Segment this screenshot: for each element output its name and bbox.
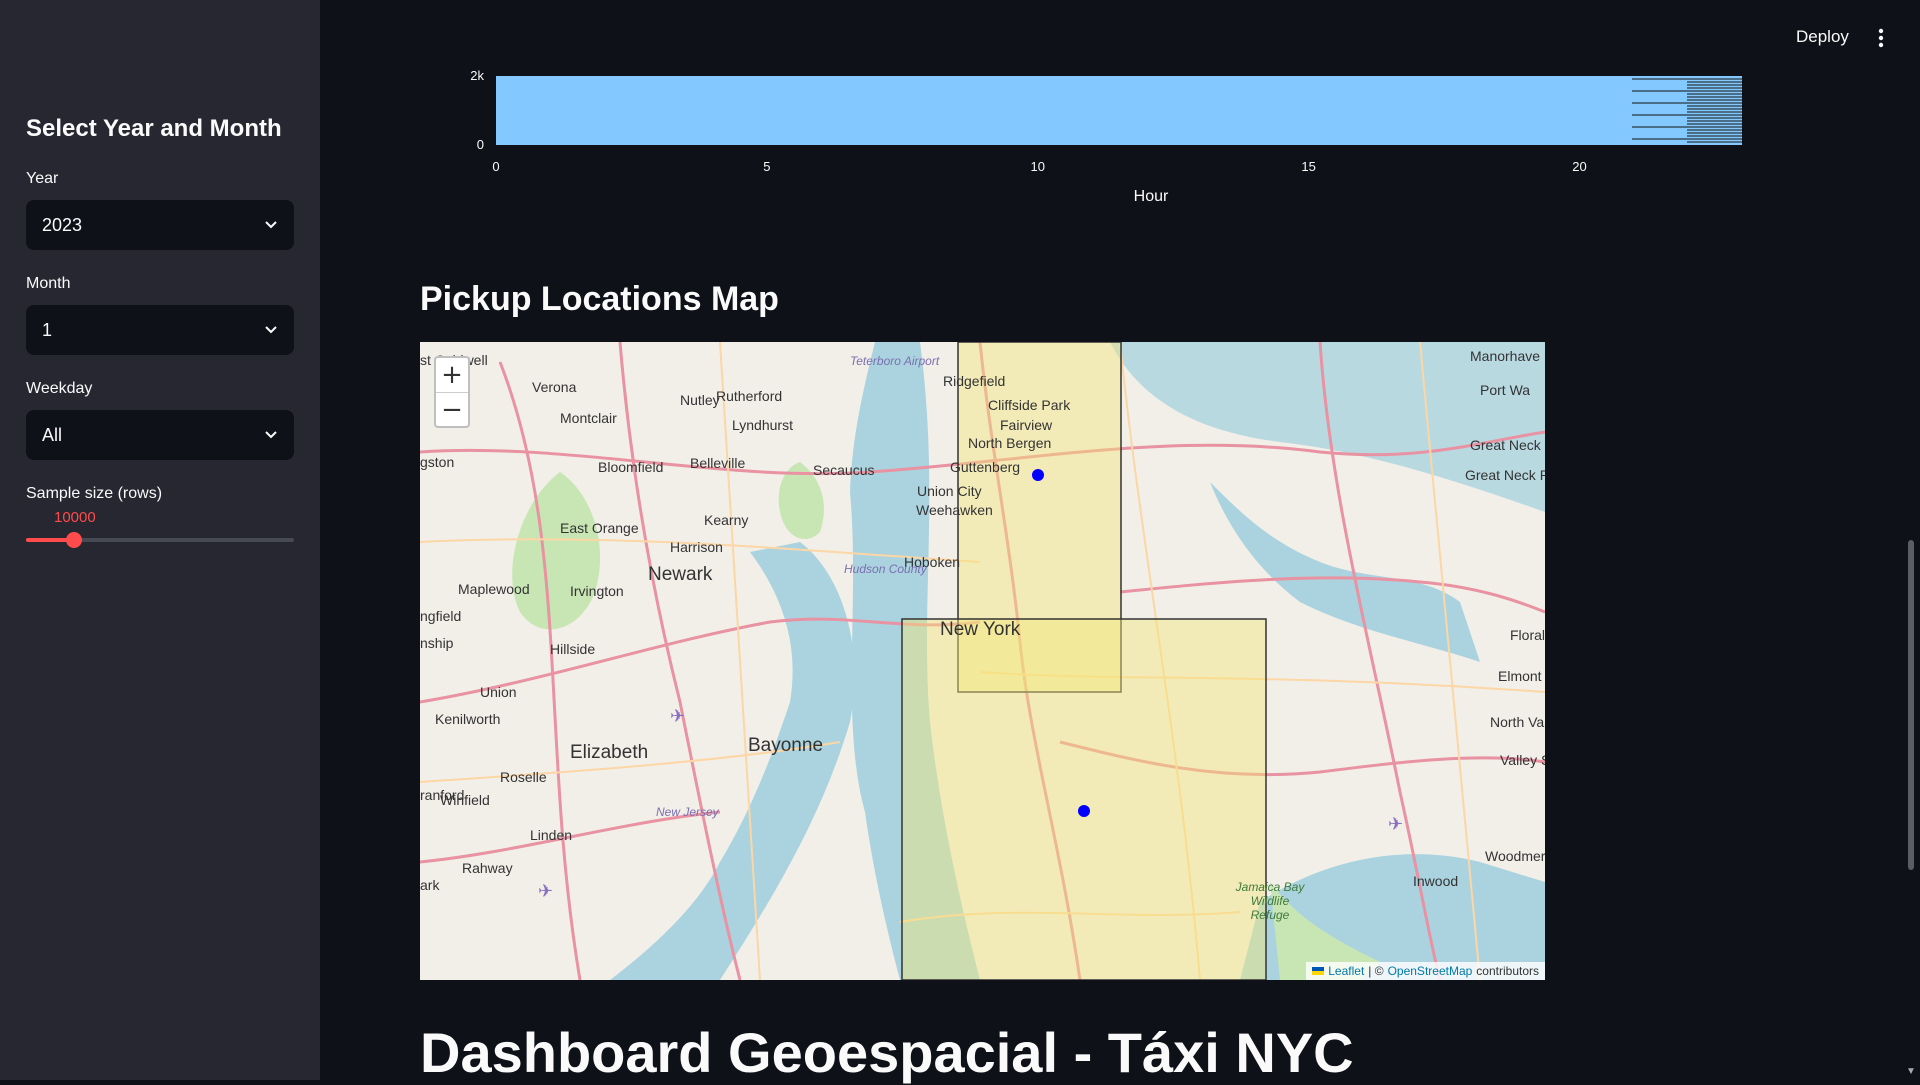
pickup-marker[interactable] <box>1078 805 1090 817</box>
deploy-button[interactable]: Deploy <box>1796 27 1849 47</box>
svg-text:✈: ✈ <box>1388 814 1403 835</box>
hourly-bar-chart: 2k 0 0 5 10 15 20 Hour <box>420 60 1760 220</box>
map-place-label: Kenilworth <box>435 711 501 727</box>
pickup-map[interactable]: ✈ ✈ ✈ Verona Nutley Rutherford Teterboro Ai… <box>420 342 1545 980</box>
map-place-label: New York <box>940 619 1021 640</box>
map-place-label: Irvington <box>570 583 624 599</box>
svg-text:✈: ✈ <box>538 881 553 902</box>
page-title: Dashboard Geoespacial - Táxi NYC <box>420 1021 1354 1084</box>
year-value: 2023 <box>42 214 83 235</box>
hour-bar <box>496 76 1742 145</box>
map-place-label: Roselle <box>500 769 547 785</box>
map-place-label: Weehawken <box>916 502 993 518</box>
map-section-title: Pickup Locations Map <box>420 280 779 318</box>
sample-size-value: 10000 <box>54 509 96 526</box>
svg-text:✈: ✈ <box>670 706 685 727</box>
map-place-label: Great Neck <box>1470 437 1541 453</box>
map-place-label: East Orange <box>560 520 639 536</box>
weekday-select[interactable]: All <box>26 410 294 460</box>
x-tick-label: 5 <box>763 159 770 174</box>
vertical-scrollbar[interactable] <box>1908 540 1914 870</box>
x-tick-label: 20 <box>1572 159 1586 174</box>
map-place-label: Secaucus <box>813 462 875 478</box>
weekday-value: All <box>42 424 63 445</box>
map-place-label: Bayonne <box>748 735 824 756</box>
map-place-label: North Bergen <box>968 435 1052 451</box>
map-place-label: Maplewood <box>458 581 530 597</box>
month-label: Month <box>26 275 71 292</box>
map-place-label: Verona <box>532 379 577 395</box>
map-place-label: Montclair <box>560 410 617 426</box>
map-place-label: Ridgefield <box>943 373 1006 389</box>
map-place-label: Linden <box>530 827 573 843</box>
map-place-label: Manorhave <box>1470 348 1541 364</box>
month-value: 1 <box>42 319 53 340</box>
map-place-label: Kearny <box>704 512 749 528</box>
year-select[interactable]: 2023 <box>26 200 294 250</box>
y-tick-label: 2k <box>470 68 484 83</box>
osm-link[interactable]: OpenStreetMap <box>1388 964 1473 978</box>
x-tick-label: 0 <box>492 159 499 174</box>
sidebar: Select Year and Month Year 2023 Month 1 … <box>0 0 320 1080</box>
map-place-label: Woodmer <box>1485 848 1545 864</box>
map-place-label: Jamaica Bay Wildlife Refuge <box>1235 880 1305 922</box>
slider-thumb[interactable] <box>66 532 83 548</box>
map-place-label: Guttenberg <box>950 459 1021 475</box>
map-place-label: Rahway <box>462 860 513 876</box>
map-place-label: Nutley <box>680 392 720 408</box>
attribution-suffix: contributors <box>1476 964 1539 978</box>
map-place-label: Belleville <box>690 455 746 471</box>
chevron-down-icon <box>264 425 278 446</box>
x-axis-label: Hour <box>1134 188 1169 205</box>
map-place-label: Newark <box>648 564 713 585</box>
map-place-label: Fairview <box>1000 417 1053 433</box>
zoom-control: + − <box>434 356 470 428</box>
map-place-label: Union City <box>917 483 982 499</box>
map-place-label: Bloomfield <box>598 459 664 475</box>
map-place-label: Rutherford <box>716 388 783 404</box>
map-place-label: Port Wa <box>1480 382 1531 398</box>
leaflet-link[interactable]: Leaflet <box>1328 964 1364 978</box>
y-tick-label: 0 <box>477 137 484 152</box>
map-place-label: Cliffside Park <box>988 397 1071 413</box>
map-place-label: ranford <box>420 787 465 803</box>
year-label: Year <box>26 170 59 187</box>
x-tick-label: 15 <box>1301 159 1315 174</box>
zoom-out-button[interactable]: − <box>436 393 468 427</box>
month-select[interactable]: 1 <box>26 305 294 355</box>
map-place-label: gston <box>420 454 455 470</box>
chevron-down-icon <box>264 215 278 236</box>
sample-size-slider[interactable] <box>26 532 294 548</box>
weekday-label: Weekday <box>26 380 93 397</box>
map-place-label: ngfield <box>420 608 462 624</box>
attribution-separator: | © <box>1368 964 1384 978</box>
map-place-label: Inwood <box>1413 873 1459 889</box>
zoom-in-button[interactable]: + <box>436 358 468 393</box>
sidebar-title: Select Year and Month <box>26 115 282 142</box>
map-place-label: Elmont <box>1498 668 1542 684</box>
sample-size-label: Sample size (rows) <box>26 485 163 502</box>
chevron-down-icon <box>264 320 278 341</box>
map-place-label: North Valley Stream <box>1490 714 1545 730</box>
map-attribution: Leaflet | © OpenStreetMap contributors <box>1306 962 1545 980</box>
scroll-down-icon[interactable]: ▼ <box>1906 1066 1916 1077</box>
map-place-label: nship <box>420 635 454 651</box>
map-place-label: Union <box>480 684 517 700</box>
x-tick-label: 10 <box>1031 159 1045 174</box>
map-place-label: Elizabeth <box>570 742 649 763</box>
ukraine-flag-icon <box>1312 964 1325 978</box>
map-place-label: Harrison <box>670 539 723 555</box>
map-place-label: Hillside <box>550 641 596 657</box>
map-place-label: Great Neck Plaza <box>1465 467 1545 483</box>
map-place-label: Hudson County <box>844 562 927 576</box>
kebab-menu-icon[interactable] <box>1872 26 1890 50</box>
map-place-label: Teterboro Airport <box>850 354 940 368</box>
map-place-label: New Jersey <box>656 805 719 819</box>
map-place-label: Floral P <box>1510 627 1545 643</box>
map-place-label: Lyndhurst <box>732 417 793 433</box>
map-place-label: ark <box>420 877 440 893</box>
pickup-marker[interactable] <box>1032 469 1044 481</box>
map-place-label: Valley Str <box>1500 752 1545 768</box>
